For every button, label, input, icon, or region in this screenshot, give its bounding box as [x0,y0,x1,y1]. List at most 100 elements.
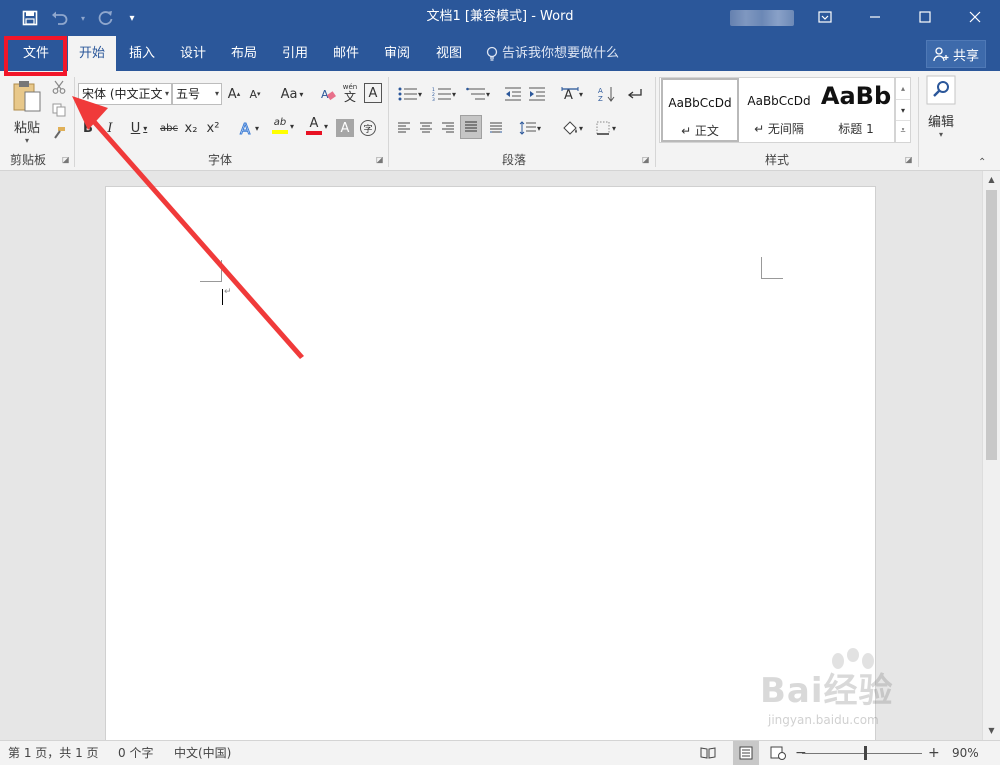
bullets-button[interactable]: ▾ [394,83,426,105]
tab-insert[interactable]: 插入 [118,36,166,71]
tab-mailings[interactable]: 邮件 [322,36,370,71]
style-sample: AaBbCcDd [668,96,732,110]
read-mode-button[interactable] [700,741,720,765]
chevron-down-icon[interactable]: ▾ [896,99,910,120]
character-border-icon: A [368,85,378,101]
sort-button[interactable]: AZ [596,83,618,105]
redo-icon[interactable] [94,6,118,30]
show-hide-marks-button[interactable] [624,83,646,105]
multilevel-list-button[interactable]: ▾ [462,83,494,105]
clipboard-launcher-icon[interactable]: ◪ [62,155,72,165]
borders-button[interactable]: ▾ [590,117,622,139]
group-separator [918,77,919,167]
style-heading-1[interactable]: AaBb 标题 1 [818,78,894,142]
minimize-button[interactable] [850,0,900,34]
group-label-clipboard: 剪贴板 [9,153,46,167]
paragraph-launcher-icon[interactable]: ◪ [642,155,652,165]
share-button[interactable]: 共享 [926,40,986,68]
paste-label: 粘贴 [13,121,40,136]
zoom-slider-thumb[interactable] [864,746,867,760]
distributed-button[interactable] [486,117,506,139]
page-info[interactable]: 第 1 页，共 1 页 [8,741,99,765]
line-spacing-button[interactable]: ▾ [514,117,546,139]
phonetic-guide-button[interactable]: wén 文 [340,81,360,105]
align-left-button[interactable] [394,117,414,139]
maximize-button[interactable] [900,0,950,34]
word-count[interactable]: 0 个字 [118,741,153,765]
customize-qat-icon[interactable]: ▾ [124,6,140,30]
maximize-icon [919,11,931,23]
tab-layout[interactable]: 布局 [220,36,268,71]
document-page[interactable]: ↵ [105,186,876,746]
increase-indent-button[interactable] [526,83,548,105]
enclose-characters-button[interactable]: 字 [358,117,378,139]
character-border-button[interactable]: A [364,83,382,103]
editing-button[interactable]: 编辑 ▾ [922,75,960,145]
tell-me-search[interactable]: 告诉我你想要做什么 [486,36,619,71]
minimize-icon [870,16,880,18]
grow-font-button[interactable]: A ▴ [225,83,243,105]
superscript-button[interactable]: x² [204,117,222,139]
svg-text:A: A [564,88,573,102]
account-name-blurred[interactable] [730,10,794,26]
close-button[interactable] [950,0,1000,34]
chevron-down-icon: ▾ [451,89,456,99]
collapse-ribbon-icon[interactable]: ⌃ [978,157,986,168]
scroll-up-icon[interactable]: ▲ [983,171,1000,188]
tab-view[interactable]: 视图 [424,36,474,71]
align-right-button[interactable] [438,117,458,139]
highlight-color-button[interactable]: ab ▾ [268,115,298,137]
change-case-button[interactable]: Aa ▾ [276,83,308,105]
tab-home[interactable]: 开始 [68,36,116,71]
justify-button[interactable] [460,115,482,139]
character-shading-button[interactable]: A [336,119,354,137]
scroll-down-icon[interactable]: ▼ [983,722,1000,739]
style-no-spacing[interactable]: AaBbCcDd ↵ 无间隔 [740,78,818,142]
language[interactable]: 中文(中国) [174,741,231,765]
quick-access-toolbar: ▾ ▾ [18,6,140,30]
text-effects-button[interactable]: A ▾ [234,117,264,139]
bold-button[interactable]: B [80,117,96,139]
copy-button[interactable] [50,100,68,120]
tab-design[interactable]: 设计 [168,36,218,71]
paste-dropdown-icon[interactable]: ▾ [25,136,29,145]
strikethrough-button[interactable]: abc [158,117,180,139]
format-painter-button[interactable] [50,123,68,143]
vertical-scrollbar[interactable]: ▲ ▼ [982,171,1000,740]
print-layout-button[interactable] [733,741,759,765]
italic-button[interactable]: I [102,117,118,139]
decrease-indent-button[interactable] [502,83,524,105]
save-icon[interactable] [18,6,42,30]
chevron-up-icon[interactable]: ▴ [896,78,910,99]
tab-references[interactable]: 引用 [270,36,320,71]
font-name-combo[interactable]: 宋体 (中文正文 ▾ [78,83,172,105]
font-color-button[interactable]: A ▾ [302,115,332,137]
ribbon-display-options-button[interactable] [800,0,850,34]
tab-file[interactable]: 文件 [8,36,64,71]
styles-launcher-icon[interactable]: ◪ [905,155,915,165]
style-normal[interactable]: AaBbCcDd ↵ 正文 [661,78,739,142]
zoom-slider-track[interactable] [802,753,922,754]
scroll-thumb[interactable] [986,190,997,460]
undo-icon[interactable] [48,6,72,30]
underline-button[interactable]: U ▾ [124,117,154,139]
zoom-level[interactable]: 90% [952,741,979,765]
cut-button[interactable] [50,77,68,97]
clear-formatting-button[interactable]: A [318,83,338,105]
tab-review[interactable]: 审阅 [372,36,422,71]
font-size-combo[interactable]: 五号 ▾ [172,83,222,105]
styles-more-icon[interactable]: ⩡ [896,120,910,141]
subscript-button[interactable]: x₂ [182,117,200,139]
numbering-button[interactable]: 123 ▾ [428,83,460,105]
person-add-icon [933,47,949,62]
font-launcher-icon[interactable]: ◪ [376,155,386,165]
svg-text:A: A [321,88,329,101]
zoom-in-button[interactable]: + [928,741,940,765]
shading-button[interactable]: ▾ [556,117,588,139]
web-layout-button[interactable] [770,741,790,765]
shrink-font-button[interactable]: A ▾ [246,83,264,105]
paste-button[interactable]: 粘贴 ▾ [8,79,46,149]
align-center-button[interactable] [416,117,436,139]
undo-dropdown-icon[interactable]: ▾ [78,6,88,30]
asian-layout-button[interactable]: A ▾ [556,83,588,105]
